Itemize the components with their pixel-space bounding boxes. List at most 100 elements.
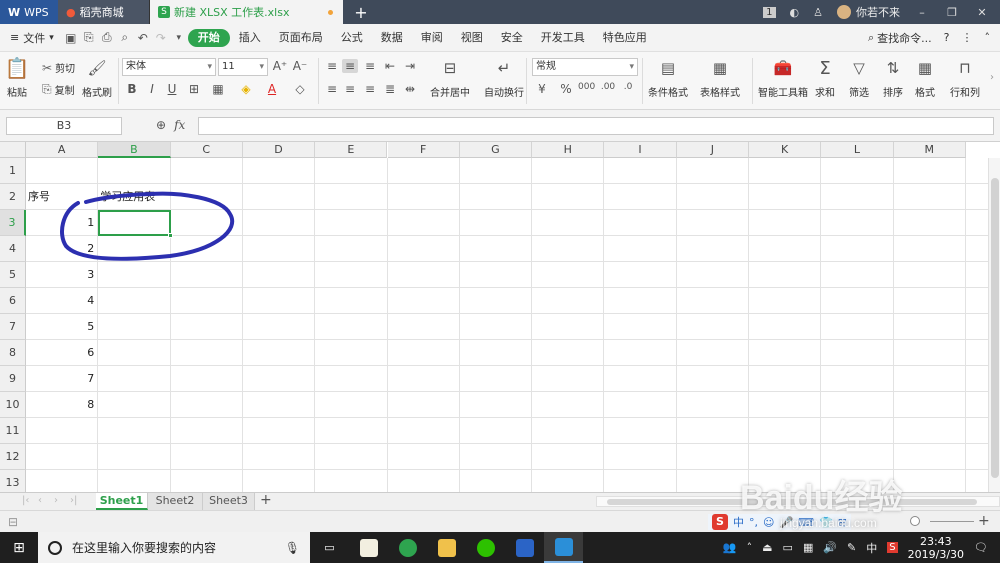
clear-format-icon[interactable]: ◇ — [292, 82, 308, 96]
increase-decimal-icon[interactable]: .00 — [600, 82, 616, 92]
smart-toolbox-button[interactable]: 🧰 智能工具箱 — [758, 58, 808, 99]
border-icon[interactable]: ▦ — [210, 82, 226, 96]
next-sheet-icon[interactable]: › — [54, 495, 58, 506]
microphone-icon[interactable]: 🎙 — [285, 541, 300, 555]
tab-data[interactable]: 数据 — [372, 29, 412, 47]
cut-button[interactable]: ✂ 剪切 — [42, 60, 75, 76]
justify-icon[interactable]: ≣ — [382, 82, 398, 96]
wrap-text-button[interactable]: ↵ 自动换行 — [484, 58, 524, 99]
customize-dropdown-icon[interactable]: ▾ — [170, 29, 188, 47]
taskbar-app-wps-writer[interactable] — [505, 532, 544, 563]
tab-special-apps[interactable]: 特色应用 — [594, 29, 656, 47]
print-preview-icon[interactable]: ⌕ — [116, 29, 134, 47]
save-icon[interactable]: ▣ — [62, 29, 80, 47]
align-right-icon[interactable]: ≡ — [362, 82, 378, 96]
paste-button[interactable]: 📋 粘贴 — [5, 56, 30, 99]
prev-sheet-icon[interactable]: ‹ — [38, 495, 42, 506]
zoom-icon[interactable]: ⊕ — [156, 118, 166, 132]
undo-icon[interactable]: ↶ — [134, 29, 152, 47]
vertical-scrollbar[interactable] — [988, 158, 1000, 492]
align-top-icon[interactable]: ≡ — [324, 59, 340, 73]
taskbar-app-notes[interactable] — [349, 532, 388, 563]
sheet-tab-1[interactable]: Sheet1 — [96, 493, 148, 510]
notifications-icon[interactable]: 🗨 — [974, 541, 988, 554]
font-color-icon[interactable]: A — [264, 82, 280, 96]
tab-view[interactable]: 视图 — [452, 29, 492, 47]
restore-icon[interactable]: ❐ — [944, 6, 960, 19]
sheet-tab-3[interactable]: Sheet3 — [203, 493, 255, 510]
table-style-button[interactable]: ▦ 表格样式 — [700, 58, 740, 99]
name-box[interactable]: B3 — [6, 117, 122, 135]
close-icon[interactable]: ✕ — [974, 6, 990, 19]
zoom-in-icon[interactable]: + — [978, 513, 990, 529]
taskbar-app-wechat[interactable] — [466, 532, 505, 563]
format-button[interactable]: ▦ 格式 — [914, 58, 936, 99]
window-count-badge[interactable]: 1 — [763, 6, 776, 18]
tab-insert[interactable]: 插入 — [230, 29, 270, 47]
conditional-format-button[interactable]: ▤ 条件格式 — [648, 58, 688, 99]
usb-icon[interactable]: ⏏ — [762, 541, 772, 554]
first-sheet-icon[interactable]: |‹ — [22, 495, 29, 506]
skin-icon[interactable]: ◐ — [790, 6, 800, 19]
command-search[interactable]: ⌕ 查找命令... — [868, 30, 932, 46]
print-icon[interactable]: ⎙ — [98, 29, 116, 47]
macro-icon[interactable]: ⊟ — [8, 515, 18, 529]
font-size-select[interactable]: 11 — [218, 58, 268, 76]
fx-icon[interactable]: fx — [174, 118, 185, 132]
taskbar-app-360[interactable] — [388, 532, 427, 563]
pen-icon[interactable]: ✎ — [847, 541, 856, 554]
underline-icon[interactable]: U — [164, 82, 180, 96]
task-view-button[interactable]: ▭ — [310, 532, 349, 563]
file-menu[interactable]: ≡ 文件 ▾ — [0, 30, 62, 46]
sheet-tab-2[interactable]: Sheet2 — [148, 493, 203, 510]
zoom-slider-track[interactable] — [930, 521, 974, 522]
ribbon-scroll-icon[interactable]: › — [990, 72, 994, 83]
redo-icon[interactable]: ↷ — [152, 29, 170, 47]
minimize-icon[interactable]: – — [914, 6, 930, 19]
sum-button[interactable]: Σ 求和 — [814, 58, 836, 100]
tab-home[interactable]: 开始 — [187, 28, 230, 47]
align-middle-icon[interactable]: ≡ — [342, 59, 358, 73]
tab-daoke-store[interactable]: ● 稻壳商城 — [58, 0, 150, 24]
indent-increase-icon[interactable]: ⇥ — [402, 59, 418, 73]
taskbar-search[interactable]: 在这里输入你要搜索的内容 🎙 — [38, 532, 310, 563]
sogou-tray-icon[interactable]: S — [887, 542, 898, 553]
tab-document[interactable]: S 新建 XLSX 工作表.xlsx — [150, 0, 343, 24]
number-format-select[interactable]: 常规 — [532, 58, 638, 76]
taskbar-app-wps-sheets[interactable] — [544, 532, 583, 563]
row-col-button[interactable]: ⊓ 行和列 — [950, 58, 980, 99]
clock[interactable]: 23:43 2019/3/30 — [908, 535, 964, 561]
bold-icon[interactable]: B — [124, 82, 140, 96]
more-icon[interactable]: ⋮ — [962, 31, 973, 44]
thousands-icon[interactable]: 000 — [578, 82, 595, 92]
align-center-icon[interactable]: ≡ — [342, 82, 358, 96]
zoom-slider-knob[interactable] — [910, 516, 920, 526]
tray-expand-icon[interactable]: ˄ — [747, 541, 753, 554]
collapse-ribbon-icon[interactable]: ˄ — [985, 31, 991, 44]
distribute-icon[interactable]: ⇹ — [402, 82, 418, 96]
battery-icon[interactable]: ▭ — [783, 541, 793, 554]
align-left-icon[interactable]: ≡ — [324, 82, 340, 96]
align-bottom-icon[interactable]: ≡ — [362, 59, 378, 73]
new-tab-button[interactable]: + — [349, 0, 373, 24]
tab-wps[interactable]: W WPS — [0, 0, 58, 24]
fill-color-icon[interactable]: ◈ — [238, 82, 254, 96]
tab-formulas[interactable]: 公式 — [332, 29, 372, 47]
shirt-icon[interactable]: ♙ — [813, 6, 823, 19]
add-sheet-button[interactable]: + — [260, 492, 272, 508]
people-icon[interactable]: 👥 — [723, 541, 737, 554]
spreadsheet-grid[interactable]: ABCDEFGHIJKLM 1 2 3 4 5 6 7 8 9 10 11 12 13 序号 学习应用表 1… — [0, 142, 1000, 492]
grow-font-icon[interactable]: A⁺ — [272, 59, 288, 73]
start-button[interactable]: ⊞ — [0, 532, 38, 563]
tab-review[interactable]: 审阅 — [412, 29, 452, 47]
formula-input[interactable] — [198, 117, 994, 135]
last-sheet-icon[interactable]: ›| — [70, 495, 77, 506]
tab-page-layout[interactable]: 页面布局 — [270, 29, 332, 47]
taskbar-app-explorer[interactable] — [427, 532, 466, 563]
copy-button[interactable]: ⎘ 复制 — [42, 82, 75, 97]
scroll-thumb[interactable] — [991, 178, 999, 478]
strikethrough-icon[interactable]: ⊞ — [186, 82, 202, 96]
network-icon[interactable]: ▦ — [803, 541, 813, 554]
decrease-decimal-icon[interactable]: .0 — [620, 82, 636, 92]
export-icon[interactable]: ⎘ — [80, 29, 98, 47]
